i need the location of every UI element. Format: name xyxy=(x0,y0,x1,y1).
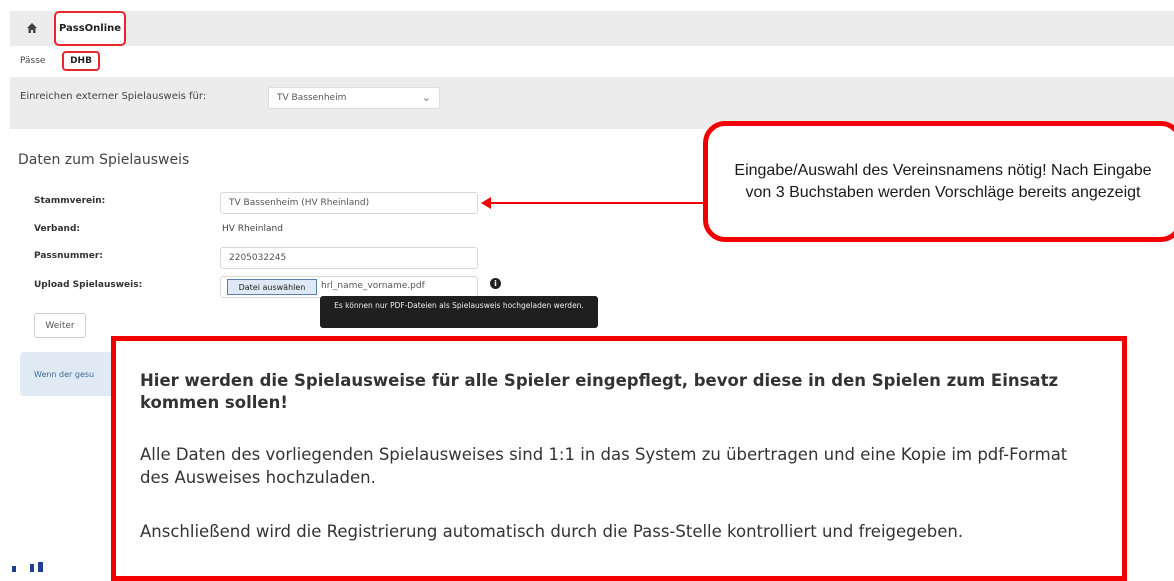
club-select-value: TV Bassenheim xyxy=(277,93,347,103)
callout-arrow-head xyxy=(481,197,491,209)
info-panel-text: Wenn der gesu xyxy=(34,370,95,379)
subnav-item-paesse[interactable]: Pässe xyxy=(20,56,45,66)
callout-main-paragraph-2: Anschließend wird die Registrierung auto… xyxy=(140,522,964,541)
callout-main-heading: Hier werden die Spielausweise für alle S… xyxy=(140,371,1059,412)
callout-arrow xyxy=(488,202,706,204)
subnav-item-dhb[interactable]: DHB xyxy=(62,51,100,71)
weiter-button[interactable]: Weiter xyxy=(34,313,86,338)
tab-passonline[interactable]: PassOnline xyxy=(54,11,126,46)
stammverein-label: Stammverein: xyxy=(34,196,106,206)
upload-label: Upload Spielausweis: xyxy=(34,280,143,290)
passnummer-field[interactable]: 2205032245 xyxy=(220,247,478,269)
choose-file-button[interactable]: Datei auswählen xyxy=(227,279,317,295)
logo-fragment xyxy=(12,562,43,572)
callout-club-name-text: Eingabe/Auswahl des Vereinsnamens nötig!… xyxy=(734,161,1152,201)
home-icon xyxy=(27,23,37,33)
file-name: hrl_name_vorname.pdf xyxy=(321,281,425,291)
stammverein-field[interactable]: TV Bassenheim (HV Rheinland) xyxy=(220,192,478,214)
top-navbar xyxy=(10,11,1174,46)
chevron-down-icon: ⌄ xyxy=(421,91,431,104)
club-select-label: Einreichen externer Spielausweis für: xyxy=(20,91,207,102)
upload-tooltip: Es können nur PDF-Dateien als Spielauswe… xyxy=(320,296,598,328)
home-button[interactable] xyxy=(18,14,46,42)
club-select[interactable]: TV Bassenheim ⌄ xyxy=(268,87,440,109)
passnummer-label: Passnummer: xyxy=(34,251,103,261)
callout-club-name: Eingabe/Auswahl des Vereinsnamens nötig!… xyxy=(703,121,1174,242)
callout-main-paragraph-1: Alle Daten des vorliegenden Spielausweis… xyxy=(140,445,1068,487)
verband-label: Verband: xyxy=(34,224,80,234)
form-title: Daten zum Spielausweis xyxy=(18,152,190,168)
info-icon[interactable]: i xyxy=(490,278,501,289)
verband-value: HV Rheinland xyxy=(222,224,283,234)
